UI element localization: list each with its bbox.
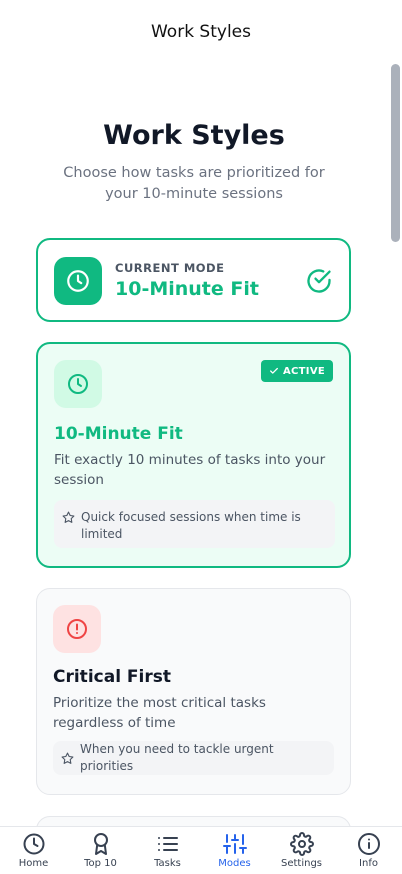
tab-label: Home bbox=[18, 858, 49, 869]
tab-label: Modes bbox=[218, 858, 251, 869]
mode-name: Critical First bbox=[53, 667, 172, 687]
tab-top-10[interactable]: Top 10 bbox=[67, 827, 134, 874]
list-icon bbox=[157, 837, 178, 851]
tab-label: Settings bbox=[280, 858, 322, 869]
tab-modes[interactable]: Modes bbox=[201, 827, 268, 874]
star-icon bbox=[62, 511, 75, 523]
clock-icon bbox=[54, 257, 102, 305]
bottom-tab-bar: Home Top 10 Tasks Modes Settings Info bbox=[0, 826, 402, 874]
tab-tasks[interactable]: Tasks bbox=[134, 827, 201, 874]
top-app-bar: Work Styles bbox=[0, 0, 402, 64]
mode-tip-text: When you need to tackle urgent prioritie… bbox=[80, 742, 274, 773]
tab-home[interactable]: Home bbox=[0, 827, 67, 874]
award-icon bbox=[93, 833, 108, 855]
check-icon bbox=[270, 367, 278, 374]
mode-description: Fit exactly 10 minutes of tasks into you… bbox=[54, 452, 326, 488]
clock-icon bbox=[54, 360, 102, 408]
current-mode-name: 10-Minute Fit bbox=[115, 278, 259, 300]
page-title: Work Styles bbox=[103, 120, 285, 151]
active-badge-label: ACTIVE bbox=[283, 365, 325, 377]
alert-circle-icon bbox=[53, 605, 101, 653]
tab-info[interactable]: Info bbox=[335, 827, 402, 874]
gear-icon bbox=[289, 832, 314, 856]
current-mode-label: CURRENT MODE bbox=[115, 261, 225, 275]
scrollbar-thumb[interactable] bbox=[391, 64, 400, 242]
sliders-icon bbox=[222, 834, 247, 854]
clock-icon bbox=[23, 833, 44, 855]
tab-settings[interactable]: Settings bbox=[268, 827, 335, 874]
current-mode-card: CURRENT MODE 10-Minute Fit bbox=[36, 238, 351, 322]
mode-card-10-minute-fit[interactable]: ACTIVE 10-Minute Fit Fit exactly 10 minu… bbox=[36, 342, 351, 568]
scroll-content[interactable]: Work Styles Choose how tasks are priorit… bbox=[0, 64, 402, 826]
mode-tip-text: Quick focused sessions when time is limi… bbox=[81, 510, 301, 541]
mode-tip: Quick focused sessions when time is limi… bbox=[54, 500, 335, 548]
header-title: Work Styles bbox=[150, 22, 251, 42]
mode-card-critical-first[interactable]: Critical First Prioritize the most criti… bbox=[36, 588, 351, 795]
mode-card-partial[interactable] bbox=[36, 816, 351, 826]
star-icon bbox=[61, 752, 74, 764]
tab-label: Info bbox=[359, 858, 378, 869]
page-subtitle: Choose how tasks are prioritized for you… bbox=[63, 165, 325, 202]
active-badge: ACTIVE bbox=[261, 360, 333, 382]
tab-label: Tasks bbox=[154, 858, 181, 869]
tab-label: Top 10 bbox=[84, 858, 117, 869]
info-icon bbox=[357, 833, 380, 855]
mode-name: 10-Minute Fit bbox=[54, 424, 183, 444]
mode-description: Prioritize the most critical tasks regar… bbox=[53, 695, 266, 731]
mode-tip: When you need to tackle urgent prioritie… bbox=[53, 741, 334, 775]
check-circle-icon bbox=[307, 269, 331, 293]
